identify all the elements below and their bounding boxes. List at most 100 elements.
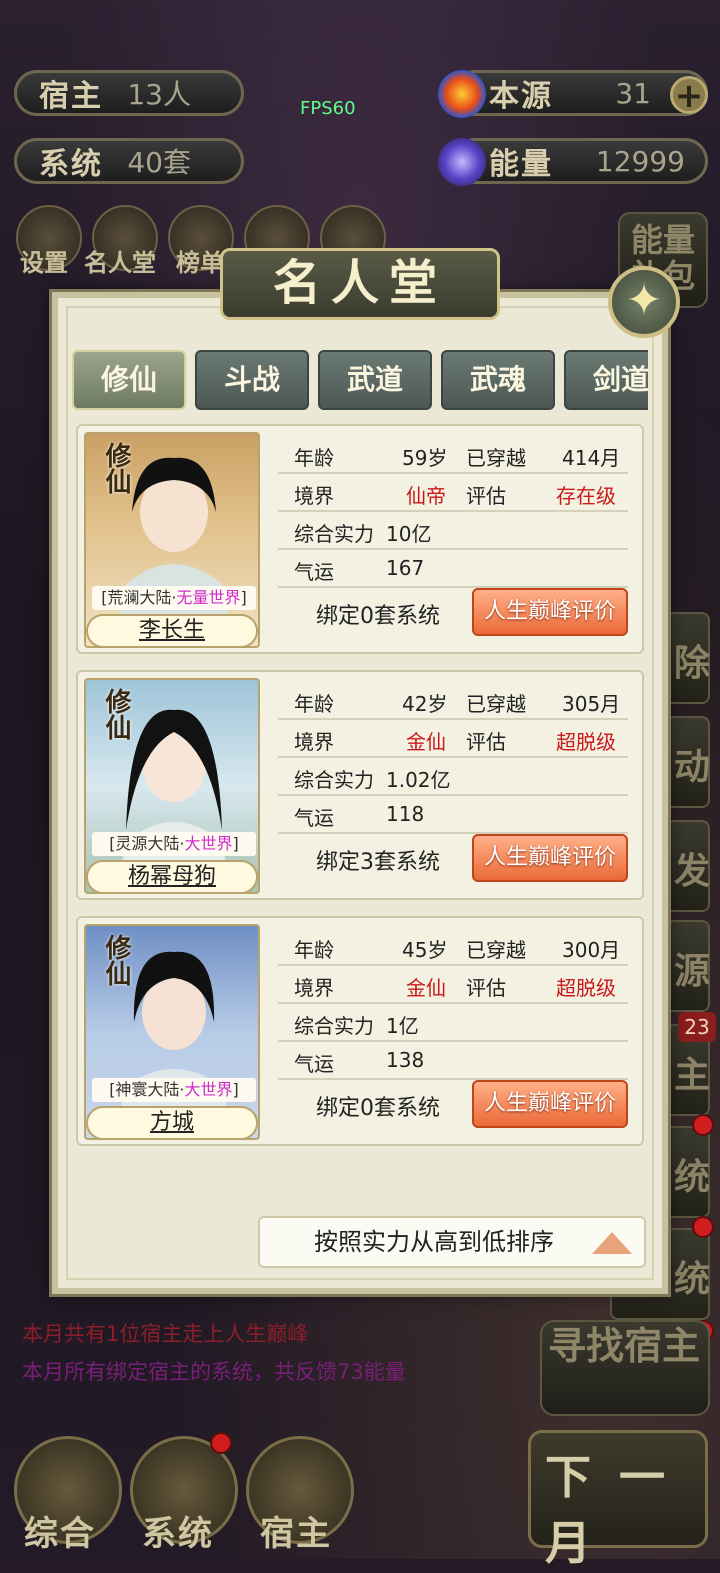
origin-value: 31	[615, 76, 651, 110]
travel-label: 已穿越	[466, 938, 526, 962]
side-button-7-label: 统	[674, 1259, 711, 1300]
age-label: 年龄	[294, 692, 334, 716]
side-button-4-label: 源	[674, 951, 711, 992]
row-power: 综合实力 10亿	[278, 510, 628, 550]
sort-button[interactable]: 按照实力从高到低排序	[258, 1216, 646, 1268]
nav-host-label: 宿主	[260, 1514, 332, 1554]
side-button-3-label: 发	[674, 851, 711, 892]
power-label: 综合实力	[294, 768, 374, 792]
rating-label: 评估	[466, 976, 506, 1000]
luck-label: 气运	[294, 560, 334, 584]
rating-value: 超脱级	[556, 730, 616, 754]
power-value: 1亿	[386, 1014, 419, 1038]
energy-label: 能量	[489, 147, 553, 182]
host-name[interactable]: 李长生	[86, 614, 258, 646]
row-realm: 境界 金仙 评估 超脱级	[278, 964, 628, 1004]
age-label: 年龄	[294, 938, 334, 962]
bound-systems: 绑定0套系统	[316, 1096, 440, 1121]
row-age: 年龄 59岁 已穿越 414月	[278, 434, 628, 474]
region-end: ]	[240, 588, 247, 607]
tab-douzhan[interactable]: 斗战	[195, 350, 309, 410]
side-button-2-label: 动	[674, 747, 711, 788]
row-age: 年龄 42岁 已穿越 305月	[278, 680, 628, 720]
peak-evaluation-button[interactable]: 人生巅峰评价	[472, 1080, 628, 1128]
close-button[interactable]: ✦	[608, 266, 680, 338]
travel-label: 已穿越	[466, 446, 526, 470]
next-month-button[interactable]: 下一月	[528, 1430, 708, 1570]
travel-value: 414月	[562, 446, 621, 470]
region-end: ]	[232, 1080, 239, 1099]
find-host-button[interactable]: 寻找宿主	[540, 1320, 710, 1416]
row-realm: 境界 仙帝 评估 存在级	[278, 472, 628, 512]
hosts-value: 13人	[127, 78, 191, 111]
peak-evaluation-button[interactable]: 人生巅峰评价	[472, 588, 628, 636]
host-portrait: 修仙 [荒澜大陆·无量世界] 李长生	[84, 432, 260, 648]
row-luck: 气运 138	[278, 1040, 628, 1080]
cultivation-badge: 修仙	[101, 442, 131, 494]
energy-orb-icon	[438, 138, 486, 186]
peak-evaluation-button[interactable]: 人生巅峰评价	[472, 834, 628, 882]
rating-value: 存在级	[556, 484, 616, 508]
menu-leaderboard-label: 榜单	[176, 249, 224, 277]
host-card: 修仙 [神寰大陆·大世界] 方城 年龄 45岁 已穿越 300月 境界 金仙 评…	[76, 916, 644, 1146]
realm-label: 境界	[294, 484, 334, 508]
origin-orb-icon	[438, 70, 486, 118]
power-label: 综合实力	[294, 522, 374, 546]
power-label: 综合实力	[294, 1014, 374, 1038]
luck-label: 气运	[294, 806, 334, 830]
sort-label: 按照实力从高到低排序	[314, 1228, 554, 1256]
host-name[interactable]: 方城	[86, 1106, 258, 1138]
row-luck: 气运 167	[278, 548, 628, 588]
row-age: 年龄 45岁 已穿越 300月	[278, 926, 628, 966]
origin-label: 本源	[489, 79, 553, 114]
host-portrait: 修仙 [灵源大陆·大世界] 杨幂母狗	[84, 678, 260, 894]
travel-label: 已穿越	[466, 692, 526, 716]
add-origin-button[interactable]: +	[670, 76, 708, 114]
category-tabs: 修仙 斗战 武道 武魂 剑道	[70, 350, 648, 410]
travel-value: 300月	[562, 938, 621, 962]
row-realm: 境界 金仙 评估 超脱级	[278, 718, 628, 758]
luck-label: 气运	[294, 1052, 334, 1076]
age-label: 年龄	[294, 446, 334, 470]
age-value: 59岁	[402, 446, 448, 470]
panel-title: 名人堂	[272, 255, 447, 311]
realm-value: 金仙	[406, 730, 446, 754]
travel-value: 305月	[562, 692, 621, 716]
cultivation-badge: 修仙	[101, 688, 131, 740]
age-value: 42岁	[402, 692, 448, 716]
energy-counter: 能量 12999	[452, 138, 708, 184]
menu-hall-label: 名人堂	[84, 249, 156, 277]
age-value: 45岁	[402, 938, 448, 962]
region-name: [荒澜大陆·	[101, 588, 177, 607]
host-region: [荒澜大陆·无量世界]	[92, 586, 256, 610]
host-card: 修仙 [灵源大陆·大世界] 杨幂母狗 年龄 42岁 已穿越 305月 境界 金仙…	[76, 670, 644, 900]
hosts-counter: 宿主 13人	[14, 70, 244, 116]
cultivation-badge: 修仙	[101, 934, 131, 986]
sort-triangle-icon	[592, 1232, 632, 1254]
side-button-5-label: 主	[674, 1055, 711, 1096]
row-luck: 气运 118	[278, 794, 628, 834]
luck-value: 167	[386, 556, 425, 580]
rating-label: 评估	[466, 484, 506, 508]
row-power: 综合实力 1.02亿	[278, 756, 628, 796]
nav-system-label: 系统	[142, 1514, 214, 1554]
tab-jiandao[interactable]: 剑道	[564, 350, 648, 410]
tab-wuhun[interactable]: 武魂	[441, 350, 555, 410]
bound-systems: 绑定3套系统	[316, 850, 440, 875]
region-tier: 大世界	[184, 834, 233, 853]
region-end: ]	[232, 834, 239, 853]
next-month-label: 下一月	[545, 1450, 693, 1570]
realm-label: 境界	[294, 730, 334, 754]
row-power: 综合实力 1亿	[278, 1002, 628, 1042]
panel-title-plate: 名人堂	[220, 248, 500, 320]
host-region: [灵源大陆·大世界]	[92, 832, 256, 856]
region-name: [灵源大陆·	[109, 834, 185, 853]
nav-notify-dot	[210, 1432, 232, 1454]
host-name[interactable]: 杨幂母狗	[86, 860, 258, 892]
host-card: 修仙 [荒澜大陆·无量世界] 李长生 年龄 59岁 已穿越 414月 境界 仙帝…	[76, 424, 644, 654]
rating-value: 超脱级	[556, 976, 616, 1000]
tab-wudao[interactable]: 武道	[318, 350, 432, 410]
region-tier: 大世界	[184, 1080, 233, 1099]
side-notify-dot-2	[692, 1216, 714, 1238]
tab-xiuxian[interactable]: 修仙	[72, 350, 186, 410]
